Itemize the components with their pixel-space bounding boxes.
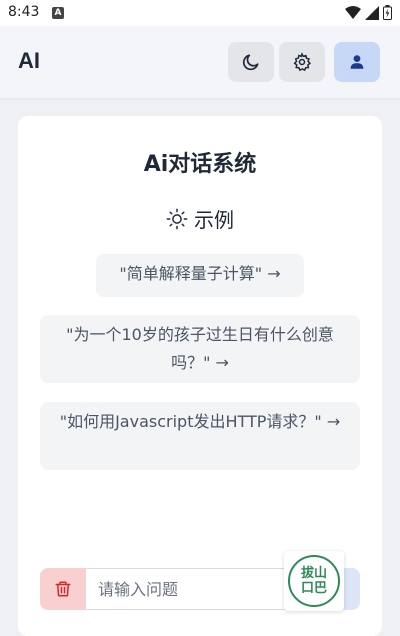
app-title: AI (18, 48, 40, 73)
signal-icon (365, 5, 379, 20)
example-prompt-button[interactable]: "简单解释量子计算" → (96, 254, 304, 297)
notification-icon: A (52, 7, 64, 19)
wifi-icon (345, 5, 361, 19)
trash-icon (55, 581, 71, 597)
watermark-logo: 拔山 口巴 (284, 551, 344, 611)
user-icon (350, 55, 364, 69)
clear-chat-button[interactable] (40, 568, 86, 610)
page-title: Ai对话系统 (143, 152, 257, 177)
examples-label: 示例 (194, 208, 234, 232)
theme-toggle-button[interactable] (228, 42, 274, 82)
settings-button[interactable] (279, 42, 325, 82)
app-header: AI (0, 26, 400, 98)
status-time: 8:43 (8, 4, 40, 20)
status-bar: 8:43 A (0, 0, 400, 26)
user-profile-button[interactable] (334, 42, 380, 82)
status-icons (345, 5, 392, 20)
example-prompt-button[interactable]: "为一个10岁的孩子过生日有什么创意吗？" → (40, 315, 360, 383)
example-prompt-button[interactable]: "如何用Javascript发出HTTP请求？" → (40, 402, 360, 470)
examples-heading: 示例 (18, 204, 382, 233)
gear-icon (293, 52, 312, 72)
battery-icon (383, 5, 392, 20)
watermark-text-top: 拔山 (300, 566, 327, 581)
watermark-seal: 拔山 口巴 (288, 555, 340, 607)
moon-icon (242, 54, 259, 71)
watermark-text-bottom: 口巴 (300, 581, 327, 596)
sun-icon (166, 208, 188, 229)
